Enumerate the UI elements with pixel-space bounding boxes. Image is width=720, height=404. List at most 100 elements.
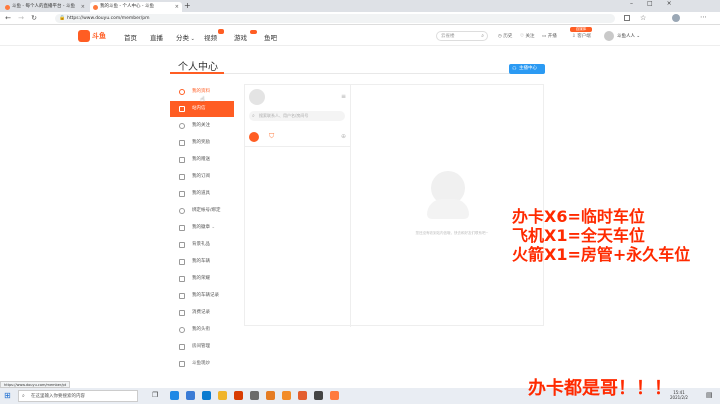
sidebar-item-gifts[interactable]: 我的赠送 — [170, 152, 234, 168]
windows-start-icon[interactable]: ⊞ — [4, 391, 11, 400]
sidebar-item-label: 站内信 — [192, 106, 206, 111]
list-icon — [179, 293, 185, 299]
receipt-icon — [179, 310, 185, 316]
task-view-icon[interactable]: ❐ — [152, 391, 158, 399]
sidebar-item-label: 背景礼品 — [192, 242, 210, 247]
sidebar-item-bind-account[interactable]: 绑定帐号/绑定 — [170, 203, 234, 219]
window-controls[interactable]: –□× — [630, 0, 686, 7]
follow-link[interactable]: ♡ 关注 — [520, 33, 534, 39]
sidebar-item-bg-gifts[interactable]: 背景礼品 — [170, 237, 234, 253]
menu-dots-icon[interactable]: ⋯ — [700, 13, 707, 21]
nav-live[interactable]: 直播 — [150, 32, 163, 42]
sidebar-item-subscriptions[interactable]: 我的订阅 — [170, 169, 234, 185]
group-icon[interactable]: ⛉ — [269, 132, 274, 141]
sidebar-item-follow[interactable]: 我的关注 — [170, 118, 234, 134]
gift-box-icon — [179, 242, 185, 248]
store-icon[interactable] — [250, 391, 259, 400]
sidebar-item-props[interactable]: 我的道具 — [170, 186, 234, 202]
edge-browser-icon[interactable] — [170, 391, 179, 400]
profile-avatar[interactable] — [672, 14, 680, 22]
nav-yuba[interactable]: 鱼吧 — [264, 32, 277, 42]
sidebar-item-room-manage[interactable]: 房间管理 — [170, 339, 234, 355]
app-icon-3[interactable] — [298, 391, 307, 400]
search-icon[interactable]: ⌕ — [481, 32, 484, 41]
app-icon-1[interactable] — [266, 391, 275, 400]
app-icon-2[interactable] — [282, 391, 291, 400]
sidebar-item-titles[interactable]: 我的头衔 — [170, 322, 234, 338]
clock[interactable]: 15:41 2021/2/2 — [670, 390, 688, 400]
forward-icon[interactable]: → — [16, 13, 26, 23]
sidebar-item-label: 我的头衔 — [192, 327, 210, 332]
edge-icon[interactable] — [202, 391, 211, 400]
client-link[interactable]: ⇩ 客户端 — [572, 33, 591, 39]
url-field[interactable]: 🔒 https://www.douyu.com/member/pm — [55, 14, 615, 23]
sidebar-item-vehicles[interactable]: 我的车辆 — [170, 254, 234, 270]
ie-icon[interactable] — [186, 391, 195, 400]
sidebar-item-label: 我的荣耀 — [192, 276, 210, 281]
sidebar-item-fish[interactable]: 斗鱼现炒 — [170, 356, 234, 372]
link-icon — [179, 208, 185, 214]
history-link[interactable]: ◷ 历史 — [498, 33, 512, 39]
sidebar-item-label: 我的资料 — [192, 89, 210, 94]
nav-video-label: 视频 — [204, 34, 217, 42]
sidebar-item-honors[interactable]: 我的荣耀 — [170, 271, 234, 287]
sidebar-item-rewards[interactable]: 我的奖励 — [170, 135, 234, 151]
nav-game[interactable]: 游戏 — [234, 30, 257, 42]
new-tab-button[interactable]: + — [184, 1, 191, 10]
nav-home[interactable]: 首页 — [124, 32, 137, 42]
history-label: 历史 — [503, 34, 513, 39]
favorites-star-icon[interactable]: ☆ — [640, 14, 646, 22]
file-explorer-icon[interactable] — [218, 391, 227, 400]
close-tab-icon[interactable]: × — [175, 2, 179, 12]
heart-icon: ♡ — [520, 34, 525, 39]
sidebar-item-badges[interactable]: 我的徽章 ⌄ — [170, 220, 234, 236]
douyu-logo[interactable]: 斗鱼 — [78, 30, 112, 42]
gift-icon — [179, 157, 185, 163]
empty-message-text: 您还没有收到站内信哦，快去和好友们联系吧~ — [415, 231, 489, 235]
menu-icon[interactable]: ≡ — [341, 93, 346, 100]
sidebar-item-vehicle-records[interactable]: 我的车辆记录 — [170, 288, 234, 304]
notification-icon[interactable]: ▤ — [706, 391, 713, 399]
nav-video[interactable]: 视频 — [204, 29, 224, 42]
promo-badge: 自媒体 — [570, 27, 592, 32]
site-search-input[interactable]: 云雀楼 ⌕ — [436, 31, 488, 41]
user-menu[interactable]: 斗鱼人人 ⌄ — [617, 33, 640, 39]
home-icon — [179, 344, 185, 350]
chat-bubble-icon[interactable] — [249, 132, 259, 142]
nav-category-label: 分类 — [176, 34, 189, 42]
sidebar-item-label: 我的订阅 — [192, 174, 210, 179]
app-icon-5[interactable] — [330, 391, 339, 400]
nav-category[interactable]: 分类 ⌄ — [176, 32, 195, 42]
page-title: 个人中心 — [178, 62, 218, 73]
browser-tab-1[interactable]: 斗鱼 - 每个人的直播平台 - 斗鱼 × — [2, 2, 88, 12]
broadcast-link[interactable]: ▭ 开播 — [542, 33, 557, 39]
close-tab-icon[interactable]: × — [81, 2, 85, 12]
username: 斗鱼人人 — [617, 34, 635, 39]
contact-search-input[interactable]: ⌕ 搜索联系人、用户名/房间号 — [249, 111, 345, 121]
sidebar-item-label: 我的徽章 — [192, 225, 210, 230]
contact-column: ≡ ⌕ 搜索联系人、用户名/房间号 ⛉ — [245, 85, 351, 327]
new-badge — [218, 29, 224, 34]
extensions-icon[interactable] — [624, 15, 630, 21]
hot-badge — [250, 30, 257, 34]
anchor-center-button[interactable]: ⚇ 主播中心 — [509, 64, 545, 74]
site-header: 斗鱼 首页 直播 分类 ⌄ 视频 游戏 鱼吧 云雀楼 ⌕ ◷ 历史 ♡ 关注 ▭… — [0, 26, 720, 46]
back-icon[interactable]: ← — [3, 13, 13, 23]
broadcast-label: 开播 — [547, 34, 557, 39]
reload-icon[interactable]: ↻ — [29, 13, 39, 23]
office-icon[interactable] — [234, 391, 243, 400]
browser-tab-title: 我的斗鱼 - 个人中心 - 斗鱼 — [100, 4, 154, 9]
box-icon — [179, 191, 185, 197]
add-icon[interactable]: ⊕ — [341, 133, 346, 140]
download-icon: ⇩ — [572, 34, 576, 39]
message-icon — [179, 106, 185, 112]
logo-text: 斗鱼 — [92, 32, 106, 40]
app-icon-4[interactable] — [314, 391, 323, 400]
sidebar-item-spending[interactable]: 消费记录 — [170, 305, 234, 321]
user-avatar[interactable] — [604, 31, 614, 41]
anchor-center-label: 主播中心 — [519, 66, 537, 71]
taskbar-search-input[interactable]: ⌕ 在这里输入你要搜索的内容 — [18, 390, 138, 402]
browser-tab-2[interactable]: 我的斗鱼 - 个人中心 - 斗鱼 × — [90, 2, 182, 12]
follow-label: 关注 — [525, 34, 535, 39]
contact-search-placeholder: 搜索联系人、用户名/房间号 — [259, 113, 309, 118]
